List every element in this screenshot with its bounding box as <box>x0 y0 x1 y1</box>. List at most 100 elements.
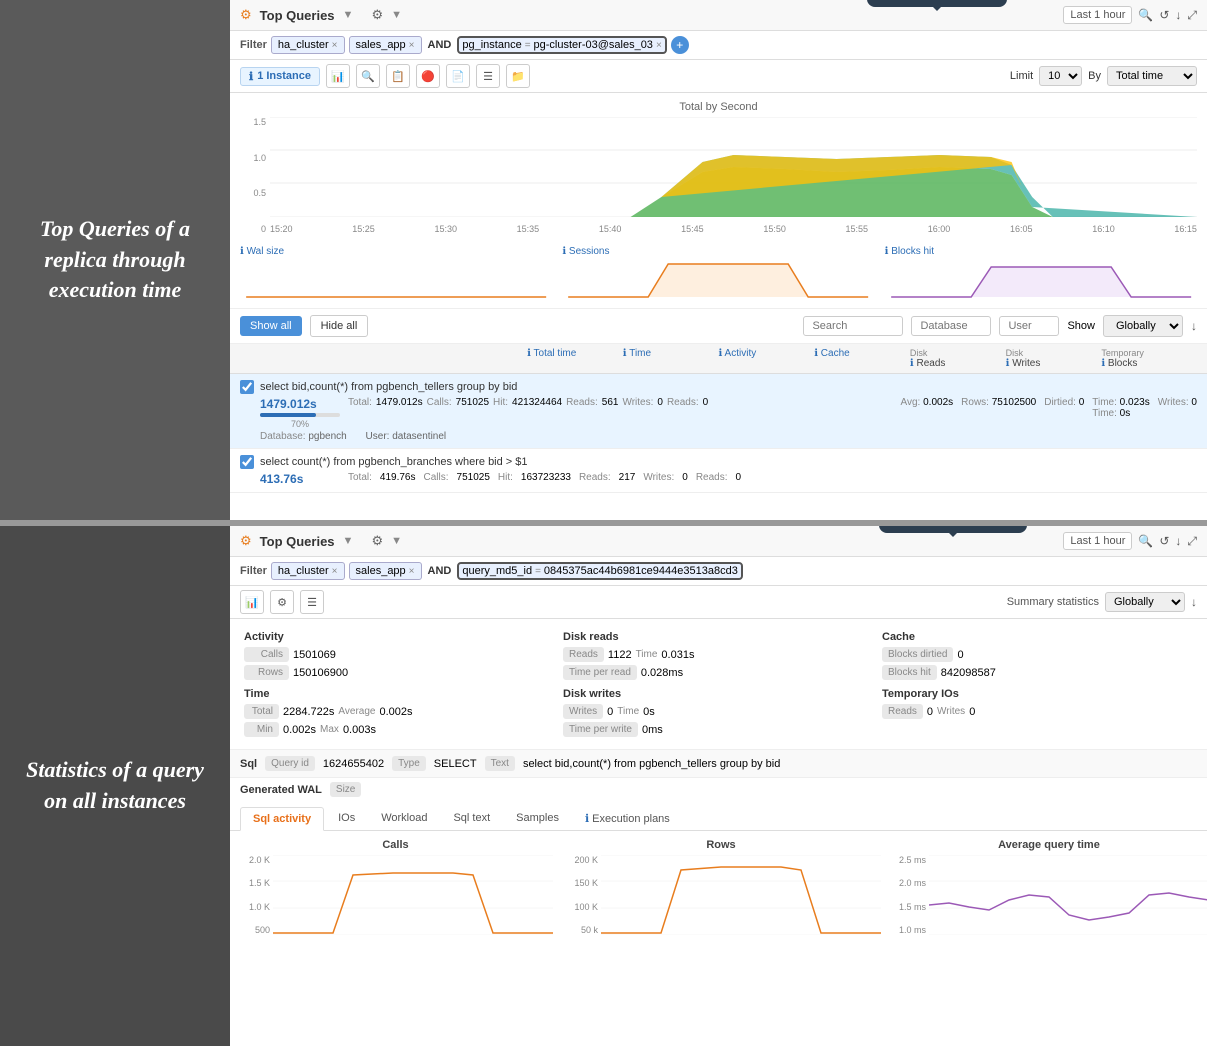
xl-1535: 15:35 <box>517 224 540 234</box>
dr-info-icon: ℹ <box>910 358 914 369</box>
expand-btn-1[interactable]: ⤢ <box>1187 8 1197 23</box>
filter-chip-sales[interactable]: sales_app × <box>349 36 422 54</box>
dropdown-arrow-2[interactable]: ▼ <box>343 535 354 547</box>
progress-pct-1: 70% <box>260 419 340 429</box>
time-selector-2[interactable]: Last 1 hour <box>1063 532 1132 550</box>
gear-dropdown-2[interactable]: ▼ <box>391 535 402 547</box>
section2-content: ⚙ Top Queries ▼ ⚙ ▼ Last 1 hour 🔍 ↺ ↓ ⤢ … <box>230 526 1207 1046</box>
hit2-label: Hit: <box>498 472 513 486</box>
query-row-1-data: 1479.012s 70% Total:1479.012s Calls:7510… <box>260 397 1197 429</box>
cache-info-icon: ℹ <box>814 348 818 359</box>
col-total-header: ℹ Total time <box>527 348 623 369</box>
search-btn-1[interactable]: 🔍 <box>1138 8 1153 22</box>
chip-remove-pg[interactable]: × <box>656 40 662 51</box>
gen-wal-title: Generated WAL <box>240 784 322 796</box>
top-bar-right-1: Last 1 hour 🔍 ↺ ↓ ⤢ <box>1063 6 1197 24</box>
query-checkbox-2[interactable] <box>240 455 254 469</box>
filter-chip-ha-2[interactable]: ha_cluster × <box>271 562 345 580</box>
tb-icon-7[interactable]: 📁 <box>506 64 530 88</box>
user-input[interactable] <box>999 316 1059 336</box>
tab-sql-text[interactable]: Sql text <box>441 807 502 830</box>
time-section: Time Total 2284.722s Average 0.002s Min … <box>240 684 559 741</box>
expand-btn-2[interactable]: ⤢ <box>1187 534 1197 549</box>
query-id-label: Query id <box>265 756 315 771</box>
download-stats-btn[interactable]: ↓ <box>1191 595 1197 609</box>
tab-samples[interactable]: Samples <box>504 807 571 830</box>
gear-dropdown-1[interactable]: ▼ <box>391 9 402 21</box>
download-queries-btn[interactable]: ↓ <box>1191 319 1197 333</box>
disk-writes-section: Disk writes Writes 0 Time 0s Time per wr… <box>559 684 878 741</box>
stat-hit-val: 421324464 <box>512 397 562 429</box>
tb-icon-2[interactable]: 🔍 <box>356 64 380 88</box>
rows-chart-inner: 200 K 150 K 100 K 50 k <box>561 855 881 935</box>
download-btn-1[interactable]: ↓ <box>1175 8 1181 22</box>
gear-icon-2[interactable]: ⚙ <box>371 533 383 549</box>
filter-chip-ha[interactable]: ha_cluster × <box>271 36 345 54</box>
database-input[interactable] <box>911 316 991 336</box>
tb-icon-1[interactable]: 📊 <box>326 64 350 88</box>
tab-sql-activity[interactable]: Sql activity <box>240 807 324 831</box>
avg-val-1: 0.002s <box>920 397 953 408</box>
calls-row: Calls 1501069 <box>244 647 555 662</box>
filter-chip-pg-instance[interactable]: pg_instance = pg-cluster-03@sales_03 × <box>457 36 666 54</box>
dw-row: Writes 0 Time 0s <box>563 704 874 719</box>
rows-row: Rows 150106900 <box>244 665 555 680</box>
toolbar-icons-2: 📊 ⚙ ☰ <box>240 590 324 614</box>
gear-icon-1[interactable]: ⚙ <box>371 7 383 23</box>
filter-add-1[interactable]: + <box>671 36 689 54</box>
query-1-dbuser: Database: pgbench User: datasentinel <box>260 431 1197 442</box>
time-selector-1[interactable]: Last 1 hour <box>1063 6 1132 24</box>
tb2-settings-icon[interactable]: ⚙ <box>270 590 294 614</box>
chip-remove-ha-2[interactable]: × <box>332 566 338 577</box>
query-1-time: Time: 0.023s Time: 0s <box>1092 397 1149 429</box>
time-val-1: 0.023s <box>1117 397 1150 408</box>
avg-time-chart-svg <box>929 855 1207 935</box>
tb-icon-5[interactable]: 📄 <box>446 64 470 88</box>
refresh-btn-2[interactable]: ↺ <box>1159 534 1169 548</box>
limit-select[interactable]: 102550 <box>1039 66 1082 86</box>
chip-remove-ha[interactable]: × <box>332 40 338 51</box>
xl-1520: 15:20 <box>270 224 293 234</box>
time-minmax-row: Min 0.002s Max 0.003s <box>244 722 555 737</box>
globally-select-2[interactable]: Globally <box>1105 592 1185 612</box>
avg-time-chart: Average query time 2.5 ms 2.0 ms 1.5 ms … <box>889 839 1207 935</box>
download-btn-2[interactable]: ↓ <box>1175 534 1181 548</box>
rows-chart-svg <box>601 855 881 935</box>
hide-all-btn[interactable]: Hide all <box>310 315 369 337</box>
stat-hit-label: Hit: <box>493 397 508 429</box>
by-select[interactable]: Total time <box>1107 66 1197 86</box>
tb-icon-4[interactable]: 🔴 <box>416 64 440 88</box>
xl-1555: 15:55 <box>846 224 869 234</box>
section1-header-title: Top Queries <box>260 8 335 23</box>
globally-select[interactable]: Globally <box>1103 315 1183 337</box>
query-checkbox-1[interactable] <box>240 380 254 394</box>
rows-label: Rows <box>244 665 289 680</box>
left-panel-2: Statistics of a query on all instances <box>0 526 230 1046</box>
calls-y-labels: 2.0 K 1.5 K 1.0 K 500 <box>238 855 273 935</box>
tb2-table-icon[interactable]: ☰ <box>300 590 324 614</box>
toolbar-row-1: ℹ 1 Instance 📊 🔍 📋 🔴 📄 ☰ 📁 Limit 102550 <box>230 60 1207 93</box>
col-headers: ℹ Total time ℹ Time ℹ Activity ℹ Cache D… <box>230 344 1207 374</box>
dropdown-arrow-1[interactable]: ▼ <box>343 9 354 21</box>
search-btn-2[interactable]: 🔍 <box>1138 534 1153 548</box>
total-info-icon: ℹ <box>527 348 531 359</box>
chip-remove-sales[interactable]: × <box>409 40 415 51</box>
col-time-header: ℹ Time <box>623 348 719 369</box>
show-all-btn[interactable]: Show all <box>240 316 302 336</box>
dw-time-val: 0s <box>643 706 655 718</box>
tb2-chart-icon[interactable]: 📊 <box>240 590 264 614</box>
tab-workload[interactable]: Workload <box>369 807 439 830</box>
query-row-2-top: select count(*) from pgbench_branches wh… <box>240 455 1197 469</box>
time-total-label: Total <box>244 704 279 719</box>
summary-controls: Summary statistics Globally ↓ <box>1007 592 1197 612</box>
chip-remove-sales-2[interactable]: × <box>409 566 415 577</box>
filter-chip-sales-2[interactable]: sales_app × <box>349 562 422 580</box>
tab-ios[interactable]: IOs <box>326 807 367 830</box>
col-disk-reads-header: Disk ℹ Reads <box>910 348 1006 369</box>
tb-icon-6[interactable]: ☰ <box>476 64 500 88</box>
search-input[interactable] <box>803 316 903 336</box>
refresh-btn-1[interactable]: ↺ <box>1159 8 1169 22</box>
tab-execution-plans[interactable]: ℹ Execution plans <box>573 807 682 830</box>
tb-icon-3[interactable]: 📋 <box>386 64 410 88</box>
filter-chip-query-id[interactable]: query_md5_id = 0845375ac44b6981ce9444e35… <box>457 562 742 580</box>
